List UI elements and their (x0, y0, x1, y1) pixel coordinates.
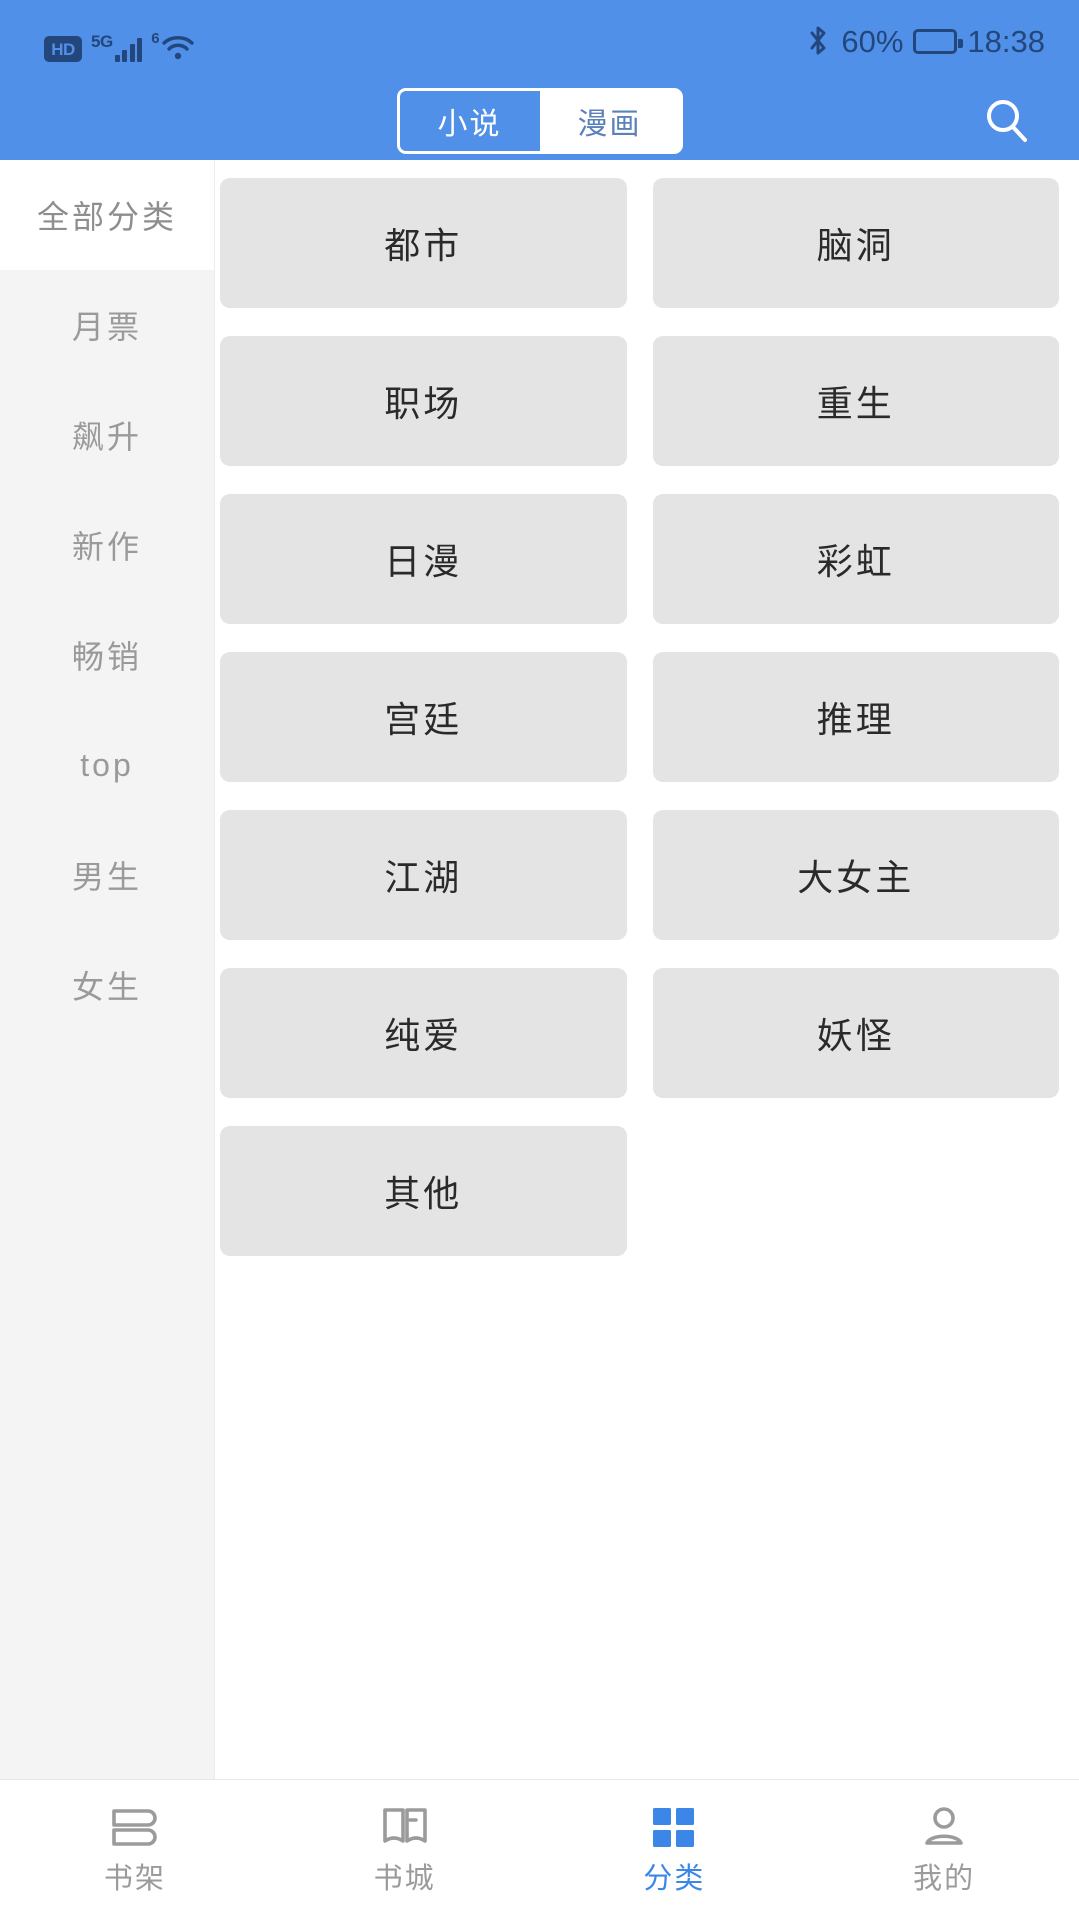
search-icon (987, 100, 1027, 142)
bluetooth-icon (810, 26, 826, 55)
sidebar-item-new-works[interactable]: 新作 (0, 490, 214, 600)
tab-comic[interactable]: 漫画 (539, 91, 680, 151)
nav-label: 分类 (643, 1863, 706, 1895)
signal-label: 5G (91, 32, 113, 51)
nav-item-bookshelf[interactable]: 书架 (0, 1780, 270, 1919)
category-tile[interactable]: 重生 (652, 336, 1059, 466)
content-type-segmented-control[interactable]: 小说 漫画 (396, 88, 683, 154)
app-screen: HD 5G 6 60% 18:38 小说 漫画 全部分类 月票 飙升 新作 畅销… (0, 0, 1079, 1919)
tab-novel[interactable]: 小说 (399, 91, 540, 151)
category-tile[interactable]: 宫廷 (220, 652, 627, 782)
bookshelf-icon (108, 1805, 162, 1851)
sidebar-item-top[interactable]: top (0, 710, 214, 820)
grid-squares-icon (650, 1805, 698, 1851)
signal-icon: 5G (91, 32, 143, 62)
nav-item-categories[interactable]: 分类 (540, 1780, 810, 1919)
category-tile[interactable]: 推理 (652, 652, 1059, 782)
category-sidebar: 全部分类 月票 飙升 新作 畅销 top 男生 女生 (0, 160, 215, 1779)
category-tile[interactable]: 江湖 (220, 810, 627, 940)
open-book-icon (380, 1805, 430, 1851)
search-button[interactable] (977, 91, 1037, 151)
sidebar-item-monthly-ticket[interactable]: 月票 (0, 270, 214, 380)
status-bar: HD 5G 6 60% 18:38 (0, 0, 1079, 82)
category-tile[interactable]: 其他 (220, 1126, 627, 1256)
battery-percent-label: 60% (841, 23, 904, 59)
category-tile[interactable]: 脑洞 (652, 178, 1059, 308)
clock-label: 18:38 (967, 23, 1045, 59)
category-tile[interactable]: 大女主 (652, 810, 1059, 940)
category-grid: 都市 脑洞 职场 重生 日漫 彩虹 宫廷 推理 江湖 大女主 纯爱 妖怪 其他 (220, 178, 1059, 1256)
sidebar-item-male[interactable]: 男生 (0, 820, 214, 930)
category-tile[interactable]: 纯爱 (220, 968, 627, 1098)
category-tile[interactable]: 彩虹 (652, 494, 1059, 624)
status-bar-left: HD 5G 6 (44, 20, 195, 62)
person-icon (920, 1805, 968, 1851)
bottom-navigation: 书架 书城 分类 我的 (0, 1779, 1079, 1919)
battery-icon (913, 28, 964, 54)
sidebar-item-bestseller[interactable]: 畅销 (0, 600, 214, 710)
category-tile[interactable]: 职场 (220, 336, 627, 466)
category-grid-pane: 都市 脑洞 职场 重生 日漫 彩虹 宫廷 推理 江湖 大女主 纯爱 妖怪 其他 (215, 160, 1079, 1779)
sidebar-item-rising[interactable]: 飙升 (0, 380, 214, 490)
sidebar-item-female[interactable]: 女生 (0, 930, 214, 1040)
category-tile[interactable]: 都市 (220, 178, 627, 308)
signal-bars (114, 36, 143, 62)
wifi-icon: 6 (151, 31, 194, 62)
category-tile[interactable]: 日漫 (220, 494, 627, 624)
app-bar: 小说 漫画 (0, 82, 1079, 160)
hd-icon: HD (44, 36, 82, 62)
nav-item-bookstore[interactable]: 书城 (270, 1780, 540, 1919)
nav-label: 书城 (373, 1863, 436, 1895)
nav-item-profile[interactable]: 我的 (809, 1780, 1079, 1919)
main-content: 全部分类 月票 飙升 新作 畅销 top 男生 女生 都市 脑洞 职场 重生 日… (0, 160, 1079, 1779)
sidebar-item-all-categories[interactable]: 全部分类 (0, 160, 214, 270)
category-tile[interactable]: 妖怪 (652, 968, 1059, 1098)
wifi-label: 6 (151, 30, 160, 47)
status-bar-right: 60% 18:38 (805, 24, 1045, 58)
nav-label: 我的 (913, 1863, 976, 1895)
nav-label: 书架 (103, 1863, 166, 1895)
